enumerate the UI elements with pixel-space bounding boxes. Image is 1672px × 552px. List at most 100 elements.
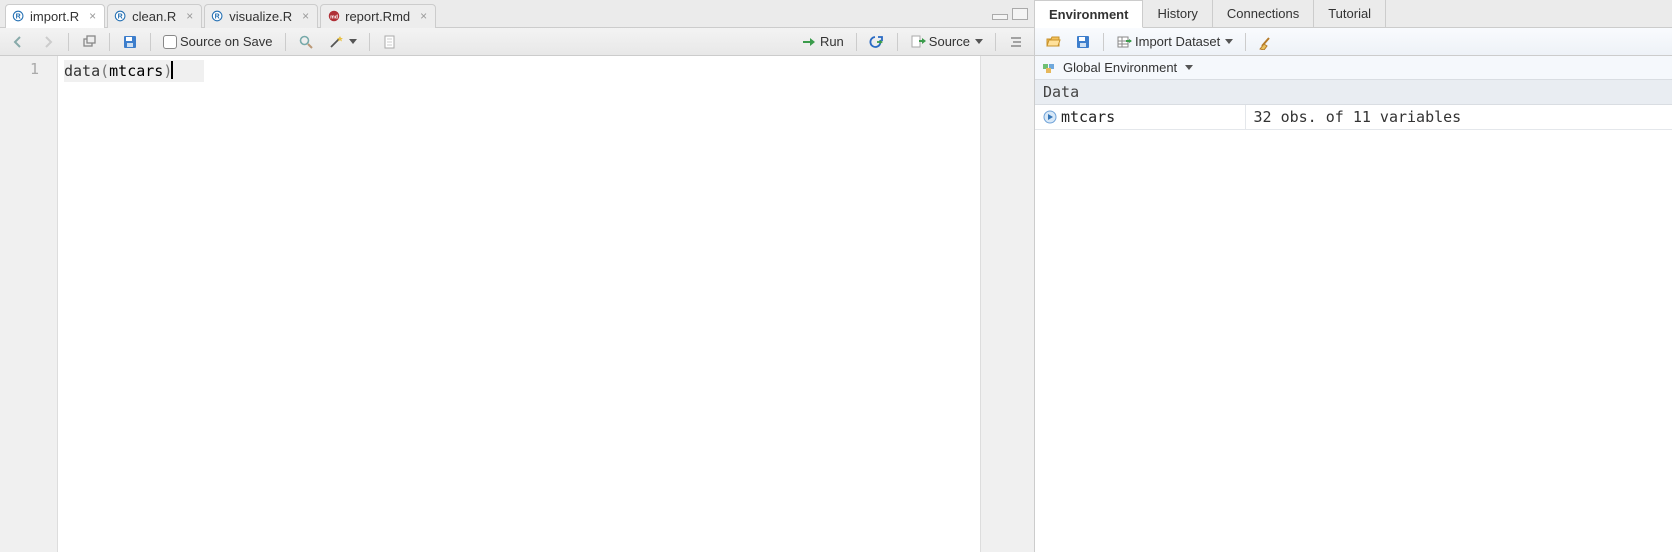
wand-icon (328, 34, 344, 50)
compile-report-button[interactable] (378, 31, 402, 53)
code-text[interactable]: data(mtcars) (58, 56, 980, 552)
tab-label: Connections (1227, 6, 1299, 21)
svg-text:R: R (215, 14, 220, 21)
env-data-table: mtcars 32 obs. of 11 variables (1035, 105, 1672, 130)
object-description: 32 obs. of 11 variables (1245, 105, 1672, 130)
rerun-button[interactable] (865, 31, 889, 53)
separator (109, 33, 110, 51)
outline-button[interactable] (1004, 31, 1028, 53)
grid-import-icon (1116, 34, 1132, 50)
globe-icon (1041, 60, 1057, 76)
table-row[interactable]: mtcars 32 obs. of 11 variables (1035, 105, 1672, 130)
editor-tab-label: report.Rmd (345, 9, 410, 24)
expand-icon[interactable] (1043, 110, 1057, 124)
section-label: Data (1043, 83, 1079, 101)
nav-forward-button[interactable] (36, 31, 60, 53)
editor-scrollbar[interactable] (980, 56, 1034, 552)
separator (150, 33, 151, 51)
save-icon (1075, 34, 1091, 50)
source-icon (910, 34, 926, 50)
save-icon (122, 34, 138, 50)
separator (285, 33, 286, 51)
text-cursor (171, 61, 173, 79)
checkbox-icon (163, 35, 177, 49)
svg-text:md: md (330, 15, 338, 21)
outline-icon (1008, 34, 1024, 50)
source-label: Source (929, 34, 970, 49)
separator (995, 33, 996, 51)
find-replace-button[interactable] (294, 31, 318, 53)
separator (1245, 33, 1246, 51)
line-number: 1 (0, 60, 39, 78)
close-icon[interactable]: × (184, 10, 195, 22)
editor-tabs: R import.R × R clean.R × R visualize.R × (0, 0, 1034, 28)
env-body: mtcars 32 obs. of 11 variables (1035, 105, 1672, 552)
import-dataset-button[interactable]: Import Dataset (1112, 31, 1237, 53)
editor-toolbar: Source on Save Run (0, 28, 1034, 56)
source-on-save-toggle[interactable]: Source on Save (159, 31, 277, 53)
close-icon[interactable]: × (87, 10, 98, 22)
show-in-new-window-button[interactable] (77, 31, 101, 53)
popout-icon (81, 34, 97, 50)
code-token-ident: mtcars (109, 62, 163, 80)
tab-environment[interactable]: Environment (1035, 0, 1143, 28)
arrow-right-icon (40, 34, 56, 50)
tab-history[interactable]: History (1143, 0, 1212, 27)
maximize-pane-icon[interactable] (1012, 8, 1028, 20)
broom-icon (1258, 34, 1274, 50)
editor-tab-label: visualize.R (229, 9, 292, 24)
source-on-save-label: Source on Save (180, 34, 273, 49)
search-icon (298, 34, 314, 50)
env-toolbar: Import Dataset (1035, 28, 1672, 56)
open-folder-icon (1045, 34, 1061, 50)
clear-workspace-button[interactable] (1254, 31, 1278, 53)
editor-tab-label: import.R (30, 9, 79, 24)
import-dataset-label: Import Dataset (1135, 34, 1220, 49)
chevron-down-icon (1225, 39, 1233, 44)
minimize-pane-icon[interactable] (992, 14, 1008, 20)
code-tools-button[interactable] (324, 31, 361, 53)
env-section-data: Data (1035, 80, 1672, 105)
object-name: mtcars (1061, 108, 1115, 126)
nav-back-button[interactable] (6, 31, 30, 53)
env-tabs: Environment History Connections Tutorial (1035, 0, 1672, 28)
rerun-icon (869, 34, 885, 50)
separator (897, 33, 898, 51)
svg-text:R: R (16, 14, 21, 21)
env-scope-label: Global Environment (1063, 60, 1177, 75)
source-button[interactable]: Source (906, 31, 987, 53)
save-button[interactable] (118, 31, 142, 53)
editor-tab-label: clean.R (132, 9, 176, 24)
code-token-paren: ( (100, 62, 109, 80)
arrow-left-icon (10, 34, 26, 50)
env-scope-selector[interactable]: Global Environment (1035, 56, 1672, 80)
code-editor[interactable]: 1 data(mtcars) (0, 56, 1034, 552)
rmd-file-icon: md (327, 9, 341, 23)
separator (1103, 33, 1104, 51)
run-button[interactable]: Run (797, 31, 848, 53)
separator (68, 33, 69, 51)
r-file-icon: R (114, 9, 128, 23)
close-icon[interactable]: × (300, 10, 311, 22)
notebook-icon (382, 34, 398, 50)
tab-label: History (1157, 6, 1197, 21)
tab-tutorial[interactable]: Tutorial (1314, 0, 1386, 27)
chevron-down-icon (975, 39, 983, 44)
pane-window-controls (992, 8, 1034, 20)
editor-tab-visualize[interactable]: R visualize.R × (204, 4, 318, 28)
save-workspace-button[interactable] (1071, 31, 1095, 53)
run-label: Run (820, 34, 844, 49)
editor-tab-report[interactable]: md report.Rmd × (320, 4, 436, 28)
r-file-icon: R (12, 9, 26, 23)
load-workspace-button[interactable] (1041, 31, 1065, 53)
tab-connections[interactable]: Connections (1213, 0, 1314, 27)
separator (856, 33, 857, 51)
tab-label: Environment (1049, 7, 1128, 22)
separator (369, 33, 370, 51)
line-gutter: 1 (0, 56, 58, 552)
tab-label: Tutorial (1328, 6, 1371, 21)
editor-tab-clean[interactable]: R clean.R × (107, 4, 202, 28)
editor-tab-import[interactable]: R import.R × (5, 4, 105, 28)
chevron-down-icon (1185, 65, 1193, 70)
close-icon[interactable]: × (418, 10, 429, 22)
